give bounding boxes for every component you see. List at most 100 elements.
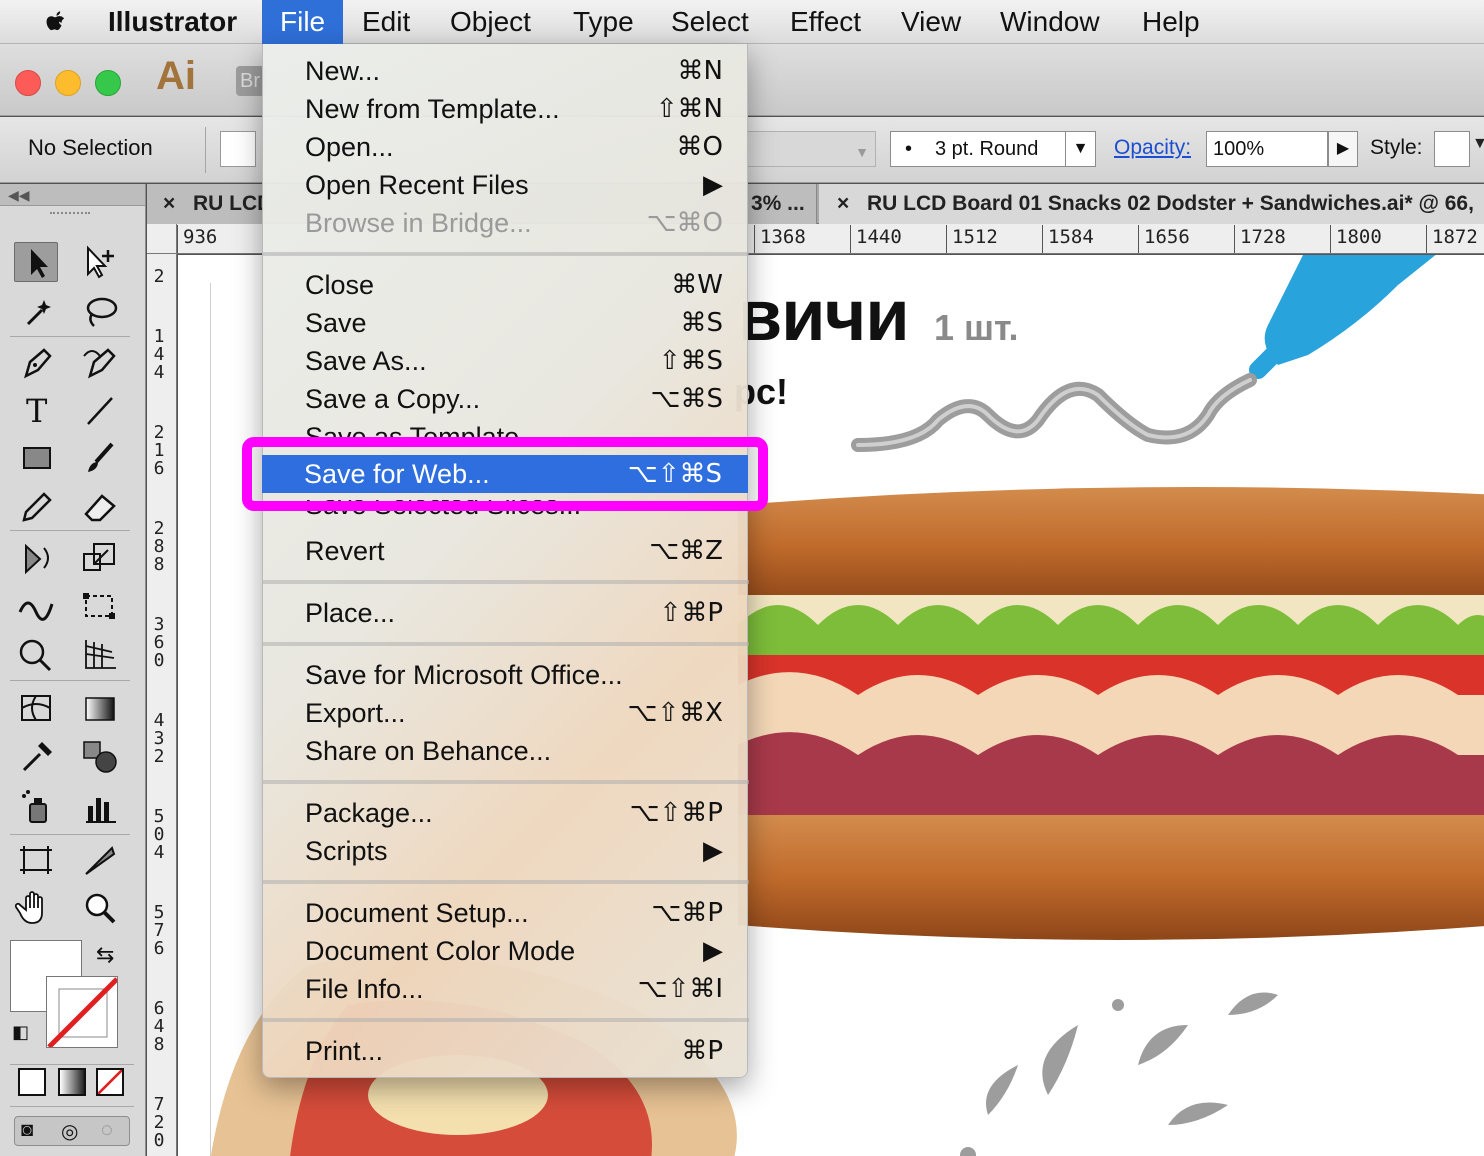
width-tool-icon[interactable] (14, 586, 58, 626)
mesh-tool-icon[interactable] (14, 688, 58, 728)
opacity-input[interactable]: 100% (1206, 131, 1328, 167)
menu-window[interactable]: Window (1000, 0, 1100, 44)
draw-inside-icon[interactable]: ◌ (101, 1119, 113, 1142)
draw-behind-icon[interactable]: ◎ (61, 1119, 78, 1144)
free-transform-tool-icon[interactable] (78, 586, 122, 626)
apple-icon[interactable] (42, 7, 70, 37)
eyedropper-tool-icon[interactable] (14, 736, 58, 776)
draw-normal-icon[interactable]: ◙ (21, 1119, 33, 1142)
menu-help[interactable]: Help (1142, 0, 1200, 44)
drawing-modes-group: ◙ ◎ ◌ (14, 1116, 130, 1146)
document-tab-active[interactable]: × RU LCD Board 01 Snacks 02 Dodster + Sa… (819, 184, 1484, 224)
eraser-tool-icon[interactable] (78, 486, 122, 526)
chevron-down-icon[interactable]: ▼ (1472, 135, 1484, 153)
menu-item-new[interactable]: New... ⌘N (263, 52, 749, 90)
menu-item-shortcut: ⌘O (676, 132, 723, 162)
color-mode-button[interactable] (18, 1068, 46, 1096)
zoom-tool-icon[interactable] (78, 888, 122, 928)
symbol-sprayer-tool-icon[interactable] (14, 788, 58, 828)
menu-item-label: Save for Web... (304, 459, 490, 489)
gradient-tool-icon[interactable] (78, 688, 122, 728)
menu-item-share-on-behance[interactable]: Share on Behance... (263, 732, 749, 770)
menu-item-new-from-template[interactable]: New from Template... ⇧⌘N (263, 90, 749, 128)
artboard-tool-icon[interactable] (14, 840, 58, 880)
ruler-origin[interactable] (147, 224, 177, 254)
rectangle-tool-icon[interactable] (14, 438, 58, 478)
chevron-down-icon[interactable]: ▼ (1065, 132, 1095, 166)
document-tab[interactable]: × RU LCD (147, 184, 265, 224)
menu-file[interactable]: File (262, 0, 344, 44)
graphic-style-swatch[interactable] (1434, 131, 1470, 167)
menu-item-open[interactable]: Open... ⌘O (263, 128, 749, 166)
close-tab-icon[interactable]: × (163, 184, 175, 224)
ruler-label: 2 (153, 266, 165, 287)
hand-tool-icon[interactable] (14, 888, 58, 928)
menu-item-print[interactable]: Print... ⌘P (263, 1032, 749, 1070)
pen-tool-icon[interactable] (14, 342, 58, 382)
blend-tool-icon[interactable] (78, 736, 122, 776)
menu-item-save-as[interactable]: Save As... ⇧⌘S (263, 342, 749, 380)
menu-item-package[interactable]: Package... ⌥⇧⌘P (263, 794, 749, 832)
column-graph-tool-icon[interactable] (78, 788, 122, 828)
zoom-window-button[interactable] (95, 70, 121, 96)
fill-color-swatch[interactable] (220, 131, 256, 167)
close-window-button[interactable] (15, 70, 41, 96)
collapse-panel-icon[interactable]: ◀◀ (0, 184, 145, 206)
app-menu-illustrator[interactable]: Illustrator (108, 0, 237, 44)
close-tab-icon[interactable]: × (837, 184, 849, 224)
perspective-grid-tool-icon[interactable] (78, 634, 122, 674)
minimize-window-button[interactable] (55, 70, 81, 96)
menu-type[interactable]: Type (573, 0, 634, 44)
opacity-slider-toggle[interactable]: ▶ (1328, 131, 1358, 167)
menu-item-shortcut: ⌥⌘P (651, 898, 723, 928)
document-tab[interactable]: 3% ... (747, 184, 817, 224)
selection-tool-icon[interactable] (14, 242, 58, 282)
direct-selection-tool-icon[interactable] (78, 242, 122, 282)
type-tool-icon[interactable]: T (14, 390, 58, 430)
stroke-swatch-none[interactable] (46, 976, 118, 1048)
stroke-weight-select[interactable]: ▼ (746, 131, 876, 167)
menu-item-export[interactable]: Export... ⌥⇧⌘X (263, 694, 749, 732)
menu-item-revert[interactable]: Revert ⌥⌘Z (263, 532, 749, 570)
menu-item-save-for-web[interactable]: Save for Web... ⌥⇧⌘S (262, 455, 748, 493)
scale-tool-icon[interactable] (78, 538, 122, 578)
menu-item-document-color-mode[interactable]: Document Color Mode ▶ (263, 932, 749, 970)
brush-name: 3 pt. Round (935, 138, 1039, 160)
menu-item-close[interactable]: Close ⌘W (263, 266, 749, 304)
default-colors-icon[interactable]: ◧ (12, 1022, 29, 1043)
menu-edit[interactable]: Edit (362, 0, 410, 44)
line-segment-tool-icon[interactable] (78, 390, 122, 430)
vertical-ruler[interactable]: 2 1 4 4 2 1 6 2 8 8 3 6 0 4 3 2 5 0 4 5 … (147, 254, 177, 1156)
panel-grip[interactable] (50, 212, 90, 220)
menu-item-open-recent-files[interactable]: Open Recent Files ▶ (263, 166, 749, 204)
menu-item-label: Save for Microsoft Office... (305, 660, 623, 690)
menu-select[interactable]: Select (671, 0, 749, 44)
lasso-tool-icon[interactable] (78, 292, 122, 332)
shape-builder-tool-icon[interactable] (14, 634, 58, 674)
menu-effect[interactable]: Effect (790, 0, 861, 44)
menu-object[interactable]: Object (450, 0, 531, 44)
paintbrush-tool-icon[interactable] (78, 438, 122, 478)
menu-item-save-for-microsoft-office[interactable]: Save for Microsoft Office... (263, 656, 749, 694)
menu-item-save-a-copy[interactable]: Save a Copy... ⌥⌘S (263, 380, 749, 418)
brush-definition-select[interactable]: • 3 pt. Round ▼ (890, 131, 1096, 167)
menu-item-place[interactable]: Place... ⇧⌘P (263, 594, 749, 632)
menu-view[interactable]: View (901, 0, 961, 44)
opacity-link[interactable]: Opacity: (1114, 136, 1191, 160)
pencil-tool-icon[interactable] (14, 486, 58, 526)
magic-wand-tool-icon[interactable] (14, 292, 58, 332)
menu-item-shortcut: ⌘N (677, 56, 723, 86)
menu-item-label: Document Color Mode (305, 936, 576, 966)
menu-item-file-info[interactable]: File Info... ⌥⇧⌘I (263, 970, 749, 1008)
rotate-tool-icon[interactable] (14, 538, 58, 578)
swap-colors-icon[interactable]: ⇆ (96, 942, 114, 968)
slice-tool-icon[interactable] (78, 840, 122, 880)
none-mode-button[interactable] (96, 1068, 124, 1096)
menu-item-document-setup[interactable]: Document Setup... ⌥⌘P (263, 894, 749, 932)
curvature-tool-icon[interactable] (78, 342, 122, 382)
menu-item-label: Package... (305, 798, 433, 828)
menu-item-save[interactable]: Save ⌘S (263, 304, 749, 342)
menu-item-label: Place... (305, 598, 396, 628)
menu-item-scripts[interactable]: Scripts ▶ (263, 832, 749, 870)
gradient-mode-button[interactable] (58, 1068, 86, 1096)
